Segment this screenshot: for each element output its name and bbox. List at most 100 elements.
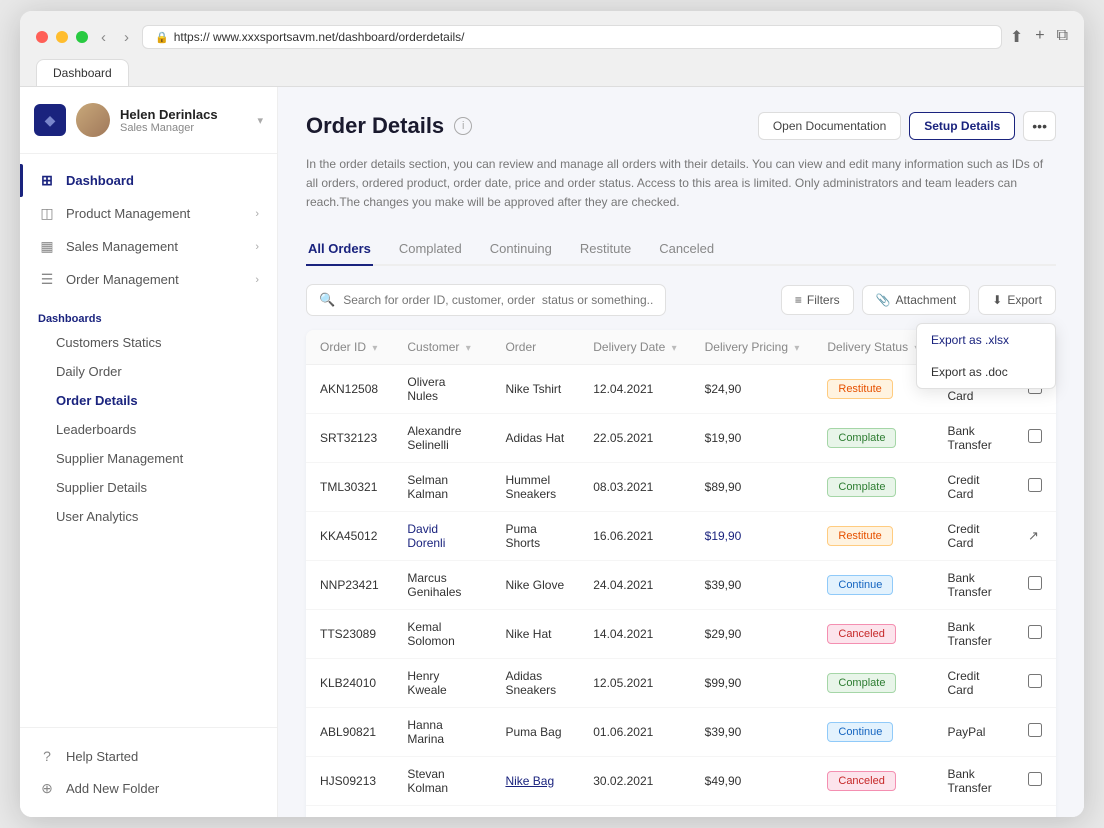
more-options-button[interactable]: ••• (1023, 111, 1056, 141)
cell-delivery-status: Restitute (813, 805, 933, 817)
sidebar-item-leaderboards[interactable]: Leaderboards (20, 415, 277, 444)
row-checkbox[interactable] (1028, 723, 1042, 737)
search-input[interactable] (343, 293, 653, 307)
order-link[interactable]: Nike Bag (505, 774, 554, 788)
info-icon[interactable]: i (454, 117, 472, 135)
table-row: TML30321 Selman Kalman Hummel Sneakers 0… (306, 462, 1056, 511)
cell-delivery-date: 22.05.2021 (579, 413, 690, 462)
setup-details-button[interactable]: Setup Details (909, 112, 1015, 140)
tab-restitute[interactable]: Restitute (578, 233, 633, 266)
cell-delivery-pricing: $79,90 (691, 805, 814, 817)
col-customer: Customer ▾ (393, 330, 491, 365)
share-icon[interactable]: ⬆ (1010, 27, 1023, 47)
action-buttons: ≡ Filters 📎 Attachment ⬇ Export Export a… (781, 285, 1056, 315)
external-link-icon[interactable]: ↗ (1028, 528, 1039, 543)
open-docs-button[interactable]: Open Documentation (758, 112, 901, 140)
cell-delivery-pricing: $39,90 (691, 560, 814, 609)
row-checkbox[interactable] (1028, 674, 1042, 688)
table-row: NNP23421 Marcus Genihales Nike Glove 24.… (306, 560, 1056, 609)
customer-link[interactable]: David Dorenli (407, 522, 445, 550)
price-value: $19,90 (705, 529, 742, 543)
cell-customer: Stevan Kolman (393, 756, 491, 805)
forward-button[interactable]: › (119, 27, 134, 48)
back-button[interactable]: ‹ (96, 27, 111, 48)
sidebar-item-customers-statics[interactable]: Customers Statics (20, 328, 277, 357)
sidebar-item-daily-order[interactable]: Daily Order (20, 357, 277, 386)
row-checkbox[interactable] (1028, 576, 1042, 590)
sort-order-id-icon[interactable]: ▾ (372, 343, 377, 354)
url-text: https:// www.xxxsportsavm.net/dashboard/… (174, 30, 465, 44)
cell-customer: Marcus Genihales (393, 560, 491, 609)
minimize-button[interactable] (56, 31, 68, 43)
new-tab-icon[interactable]: + (1035, 27, 1044, 47)
browser-tab[interactable]: Dashboard (36, 59, 129, 86)
sidebar-item-dashboard[interactable]: ⊞ Dashboard (20, 164, 277, 197)
sort-date-icon[interactable]: ▾ (672, 343, 677, 354)
sidebar-item-sales[interactable]: ▦ Sales Management › (20, 230, 277, 263)
close-button[interactable] (36, 31, 48, 43)
logo-icon: ◆ (34, 104, 66, 136)
sidebar-bottom: ? Help Started ⊕ Add New Folder (20, 727, 277, 817)
chevron-right-icon: › (255, 208, 259, 220)
customer-name: Henry Kweale (407, 669, 446, 697)
cell-delivery-date: 24.04.2021 (579, 560, 690, 609)
export-doc-option[interactable]: Export as .doc (917, 356, 1055, 388)
chevron-down-icon[interactable]: ▾ (257, 114, 263, 127)
customer-name: Alexandre Selinelli (407, 424, 461, 452)
tab-canceled[interactable]: Canceled (657, 233, 716, 266)
price-value: $19,90 (705, 431, 742, 445)
avatar (76, 103, 110, 137)
cell-customer: Kemal Solomon (393, 609, 491, 658)
sort-pricing-icon[interactable]: ▾ (794, 343, 799, 354)
export-button[interactable]: ⬇ Export (978, 285, 1056, 315)
maximize-button[interactable] (76, 31, 88, 43)
tab-completed[interactable]: Complated (397, 233, 464, 266)
cell-order: Puma Shorts (491, 511, 579, 560)
cell-customer: Hanna Marina (393, 707, 491, 756)
cell-delivery-status: Continue (813, 560, 933, 609)
sidebar-item-help[interactable]: ? Help Started (20, 740, 277, 772)
sidebar-label-order: Order Management (66, 272, 179, 287)
sidebar-item-user-analytics[interactable]: User Analytics (20, 502, 277, 531)
cell-order: Adidas Sneakers (491, 658, 579, 707)
row-checkbox[interactable] (1028, 429, 1042, 443)
sidebar-item-supplier-details[interactable]: Supplier Details (20, 473, 277, 502)
sidebar-sub-nav: Customers Statics Daily Order Order Deta… (20, 328, 277, 531)
sidebar-item-product[interactable]: ◫ Product Management › (20, 197, 277, 230)
order-name: Adidas Sneakers (505, 669, 556, 697)
export-xlsx-option[interactable]: Export as .xlsx (917, 324, 1055, 356)
order-name: Puma Bag (505, 725, 561, 739)
cell-delivery-status: Continue (813, 707, 933, 756)
tab-continuing[interactable]: Continuing (488, 233, 554, 266)
status-badge: Continue (827, 575, 893, 595)
row-checkbox[interactable] (1028, 478, 1042, 492)
cell-action (1014, 707, 1056, 756)
customer-name: Marcus Genihales (407, 571, 461, 599)
search-box[interactable]: 🔍 (306, 284, 666, 316)
cell-delivery-date: 12.05.2021 (579, 658, 690, 707)
sort-customer-icon[interactable]: ▾ (466, 343, 471, 354)
cell-delivery-pricing: $19,90 (691, 511, 814, 560)
cell-order: Nike Glove (491, 560, 579, 609)
cell-customer: Alexandre Selinelli (393, 413, 491, 462)
cell-delivery-status: Complate (813, 658, 933, 707)
sidebar-item-order-details[interactable]: Order Details (20, 386, 277, 415)
sidebar-item-order[interactable]: ☰ Order Management › (20, 263, 277, 296)
export-icon: ⬇ (992, 293, 1002, 307)
tab-all-orders[interactable]: All Orders (306, 233, 373, 266)
cell-order: Nike Tshirt (491, 364, 579, 413)
row-checkbox[interactable] (1028, 625, 1042, 639)
filters-button[interactable]: ≡ Filters (781, 285, 854, 315)
row-checkbox[interactable] (1028, 772, 1042, 786)
tabs-icon[interactable]: ⧉ (1057, 27, 1068, 47)
supplier-mgmt-label: Supplier Management (56, 451, 183, 466)
cell-order: Puma Bag (491, 707, 579, 756)
sidebar-item-add-folder[interactable]: ⊕ Add New Folder (20, 772, 277, 805)
cell-payment: Credit Card (933, 462, 1014, 511)
cell-payment: Bank Transfer (933, 560, 1014, 609)
order-name: Hummel Sneakers (505, 473, 556, 501)
sidebar-item-supplier-mgmt[interactable]: Supplier Management (20, 444, 277, 473)
address-bar[interactable]: 🔒 https:// www.xxxsportsavm.net/dashboar… (142, 25, 1002, 49)
attachment-button[interactable]: 📎 Attachment (862, 285, 971, 315)
customer-name: Kemal Solomon (407, 620, 454, 648)
